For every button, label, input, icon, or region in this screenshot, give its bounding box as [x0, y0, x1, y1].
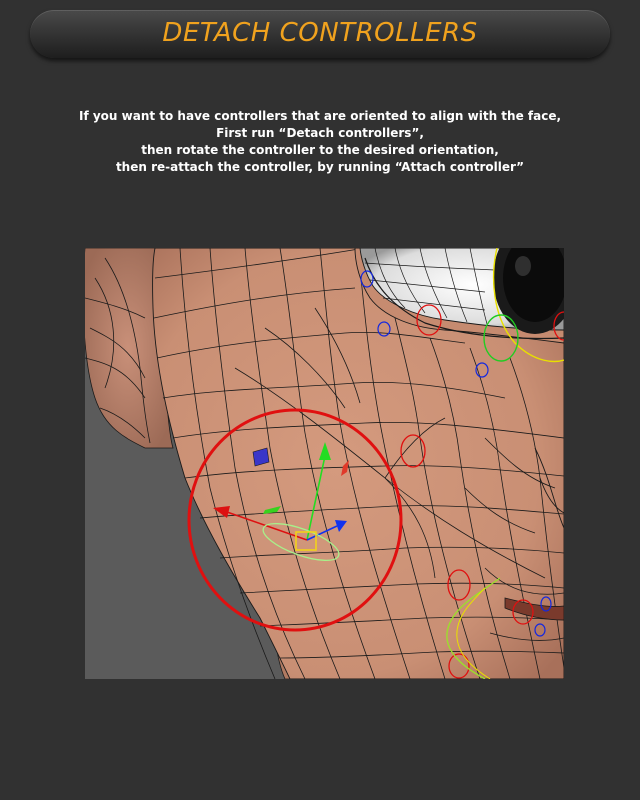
- page-title: DETACH CONTROLLERS: [162, 18, 478, 48]
- instruction-line-3: then rotate the controller to the desire…: [141, 143, 499, 157]
- title-banner: DETACH CONTROLLERS: [30, 10, 610, 58]
- instruction-text: If you want to have controllers that are…: [60, 108, 580, 176]
- instruction-line-4: then re-attach the controller, by runnin…: [115, 160, 525, 174]
- instruction-line-2: First run “Detach controllers”,: [216, 126, 424, 140]
- 3d-viewport-screenshot: [85, 248, 564, 679]
- instruction-line-1: If you want to have controllers that are…: [78, 109, 562, 123]
- face-rig-render: [85, 248, 564, 679]
- page: DETACH CONTROLLERS If you want to have c…: [0, 0, 640, 800]
